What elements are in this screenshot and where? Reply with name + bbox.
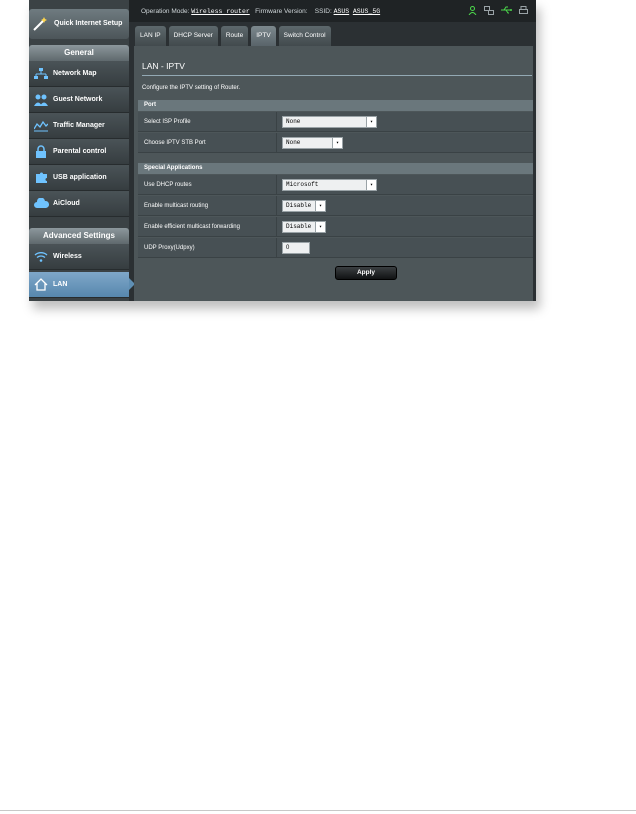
status-icons (468, 6, 528, 17)
network-icon[interactable] (484, 6, 494, 17)
quick-internet-setup-label: Quick Internet Setup (54, 20, 123, 27)
page-footer-divider (0, 810, 636, 811)
wifi-icon (29, 247, 53, 267)
advanced-settings-header: Advanced Settings (29, 228, 129, 244)
sidebar-item-traffic-manager[interactable]: Traffic Manager (29, 113, 129, 139)
tab-dhcp-server[interactable]: DHCP Server (168, 26, 218, 46)
port-section-header: Port (138, 100, 533, 111)
guest-network-icon (29, 90, 53, 110)
ssid-link-1[interactable]: ASUS (334, 8, 350, 15)
home-icon (29, 275, 53, 295)
isp-profile-label: Select ISP Profile (144, 112, 277, 132)
quick-internet-setup-button[interactable]: Quick Internet Setup (29, 9, 129, 39)
udpxy-label: UDP Proxy(Udpxy) (144, 238, 277, 258)
sidebar-item-wireless[interactable]: Wireless (29, 244, 129, 270)
dhcp-routes-select[interactable]: Microsoft ▾ (282, 179, 377, 191)
chevron-down-icon: ▾ (366, 180, 376, 190)
status-bar: Operation Mode: Wireless router Firmware… (129, 0, 536, 22)
isp-profile-select[interactable]: None ▾ (282, 116, 377, 128)
status-text: Operation Mode: Wireless router Firmware… (141, 8, 381, 15)
multicast-routing-select[interactable]: Disable ▾ (282, 200, 326, 212)
router-admin-screenshot: Quick Internet Setup General Network Map… (29, 0, 536, 301)
sidebar-item-guest-network[interactable]: Guest Network (29, 87, 129, 113)
udpxy-row: UDP Proxy(Udpxy) 0 (138, 238, 533, 258)
page-title: LAN - IPTV (142, 61, 185, 71)
tab-switch-control[interactable]: Switch Control (278, 26, 331, 46)
usb-icon[interactable] (501, 6, 512, 17)
sidebar-item-network-map[interactable]: Network Map (29, 61, 129, 87)
sidebar-item-lan[interactable]: LAN (29, 272, 135, 298)
sidebar-item-aicloud[interactable]: AiCloud (29, 191, 129, 217)
multicast-routing-label: Enable multicast routing (144, 196, 277, 216)
lock-icon (29, 142, 53, 162)
general-header: General (29, 45, 129, 61)
ssid-link-2[interactable]: ASUS_5G (353, 8, 380, 15)
wand-icon (29, 16, 51, 32)
chevron-down-icon: ▾ (315, 222, 325, 232)
tab-lan-ip[interactable]: LAN IP (135, 26, 166, 46)
traffic-manager-icon (29, 116, 53, 136)
sidebar-item-usb-application[interactable]: USB application (29, 165, 129, 191)
udpxy-input[interactable]: 0 (282, 242, 310, 254)
isp-profile-row: Select ISP Profile None ▾ (138, 112, 533, 132)
user-icon[interactable] (468, 6, 477, 17)
efficient-multicast-label: Enable efficient multicast forwarding (144, 217, 277, 237)
title-divider (142, 75, 532, 76)
dhcp-routes-label: Use DHCP routes (144, 175, 277, 195)
iptv-settings-panel: LAN - IPTV Configure the IPTV setting of… (134, 46, 533, 301)
special-applications-header: Special Applications (138, 163, 533, 174)
chevron-down-icon: ▾ (332, 138, 342, 148)
tab-route[interactable]: Route (220, 26, 249, 46)
chevron-down-icon: ▾ (315, 201, 325, 211)
network-map-icon (29, 64, 53, 84)
puzzle-icon (29, 168, 53, 188)
tab-bar: LAN IP DHCP Server Route IPTV Switch Con… (135, 26, 331, 46)
stb-port-row: Choose IPTV STB Port None ▾ (138, 133, 533, 153)
stb-port-label: Choose IPTV STB Port (144, 133, 277, 153)
page-description: Configure the IPTV setting of Router. (142, 85, 241, 91)
efficient-multicast-select[interactable]: Disable ▾ (282, 221, 326, 233)
tab-iptv[interactable]: IPTV (251, 26, 276, 46)
cloud-icon (29, 194, 53, 214)
stb-port-select[interactable]: None ▾ (282, 137, 343, 149)
multicast-routing-row: Enable multicast routing Disable ▾ (138, 196, 533, 216)
chevron-down-icon: ▾ (366, 117, 376, 127)
sidebar-item-parental-control[interactable]: Parental control (29, 139, 129, 165)
efficient-multicast-row: Enable efficient multicast forwarding Di… (138, 217, 533, 237)
apply-button[interactable]: Apply (335, 266, 397, 280)
dhcp-routes-row: Use DHCP routes Microsoft ▾ (138, 175, 533, 195)
sidebar: Quick Internet Setup General Network Map… (29, 0, 135, 301)
operation-mode-link[interactable]: Wireless router (191, 8, 250, 15)
printer-icon[interactable] (519, 6, 528, 17)
